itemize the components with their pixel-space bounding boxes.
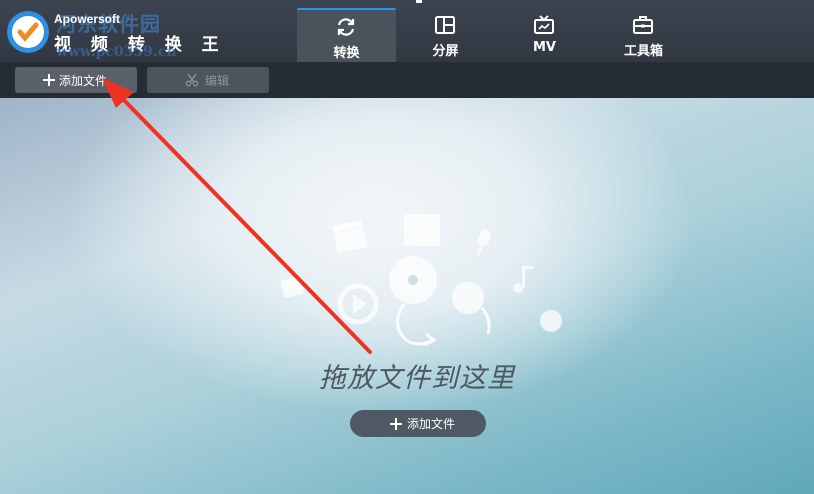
tv-icon bbox=[534, 15, 554, 34]
disc-icon bbox=[389, 256, 437, 304]
vendor-name: Apowersoft bbox=[54, 12, 120, 26]
tab-convert[interactable]: 转换 bbox=[297, 8, 396, 62]
plus-icon bbox=[43, 74, 55, 86]
add-file-label: 添加文件 bbox=[59, 73, 108, 88]
tab-mv[interactable]: MV bbox=[495, 8, 594, 62]
tab-convert-label: 转换 bbox=[333, 46, 360, 61]
folder-icon bbox=[280, 276, 304, 298]
drop-zone[interactable]: 拖放文件到这里 添加文件 bbox=[0, 98, 814, 494]
tab-split-screen-label: 分屏 bbox=[432, 44, 459, 59]
film-reel-icon bbox=[452, 282, 484, 314]
edit-label: 编辑 bbox=[205, 74, 230, 88]
film-icon bbox=[404, 214, 440, 246]
add-file-center-button[interactable]: 添加文件 bbox=[350, 410, 486, 437]
tab-mv-label: MV bbox=[533, 40, 556, 55]
add-file-center-label: 添加文件 bbox=[406, 417, 455, 431]
refresh-icon bbox=[337, 18, 355, 36]
small-disc-icon bbox=[540, 310, 562, 332]
drop-hint: 拖放文件到这里 bbox=[319, 363, 515, 394]
watermark-url: www.pc0359.cn bbox=[56, 44, 177, 60]
microphone-icon bbox=[476, 229, 491, 256]
split-screen-icon bbox=[435, 16, 455, 34]
music-note-icon bbox=[513, 266, 534, 293]
window-handle bbox=[416, 0, 422, 3]
tab-toolbox[interactable]: 工具箱 bbox=[594, 8, 693, 62]
add-file-button[interactable]: 添加文件 bbox=[15, 67, 137, 93]
scissors-icon bbox=[185, 73, 199, 87]
app-logo-icon bbox=[7, 11, 49, 53]
plus-icon bbox=[389, 417, 402, 430]
tab-split-screen[interactable]: 分屏 bbox=[396, 8, 495, 62]
toolbox-icon bbox=[633, 16, 653, 34]
clapperboard-icon bbox=[332, 219, 367, 254]
toolbar: 添加文件 编辑 bbox=[0, 62, 814, 98]
main-tabs: 转换 分屏 MV 工具箱 bbox=[297, 8, 693, 62]
play-circle-icon bbox=[337, 283, 379, 325]
title-bar: 河东软件园 Apowersoft 视 频 转 换 王 www.pc0359.cn… bbox=[0, 0, 814, 62]
edit-button[interactable]: 编辑 bbox=[147, 67, 269, 93]
tab-toolbox-label: 工具箱 bbox=[623, 44, 663, 59]
media-illustration bbox=[280, 214, 562, 347]
